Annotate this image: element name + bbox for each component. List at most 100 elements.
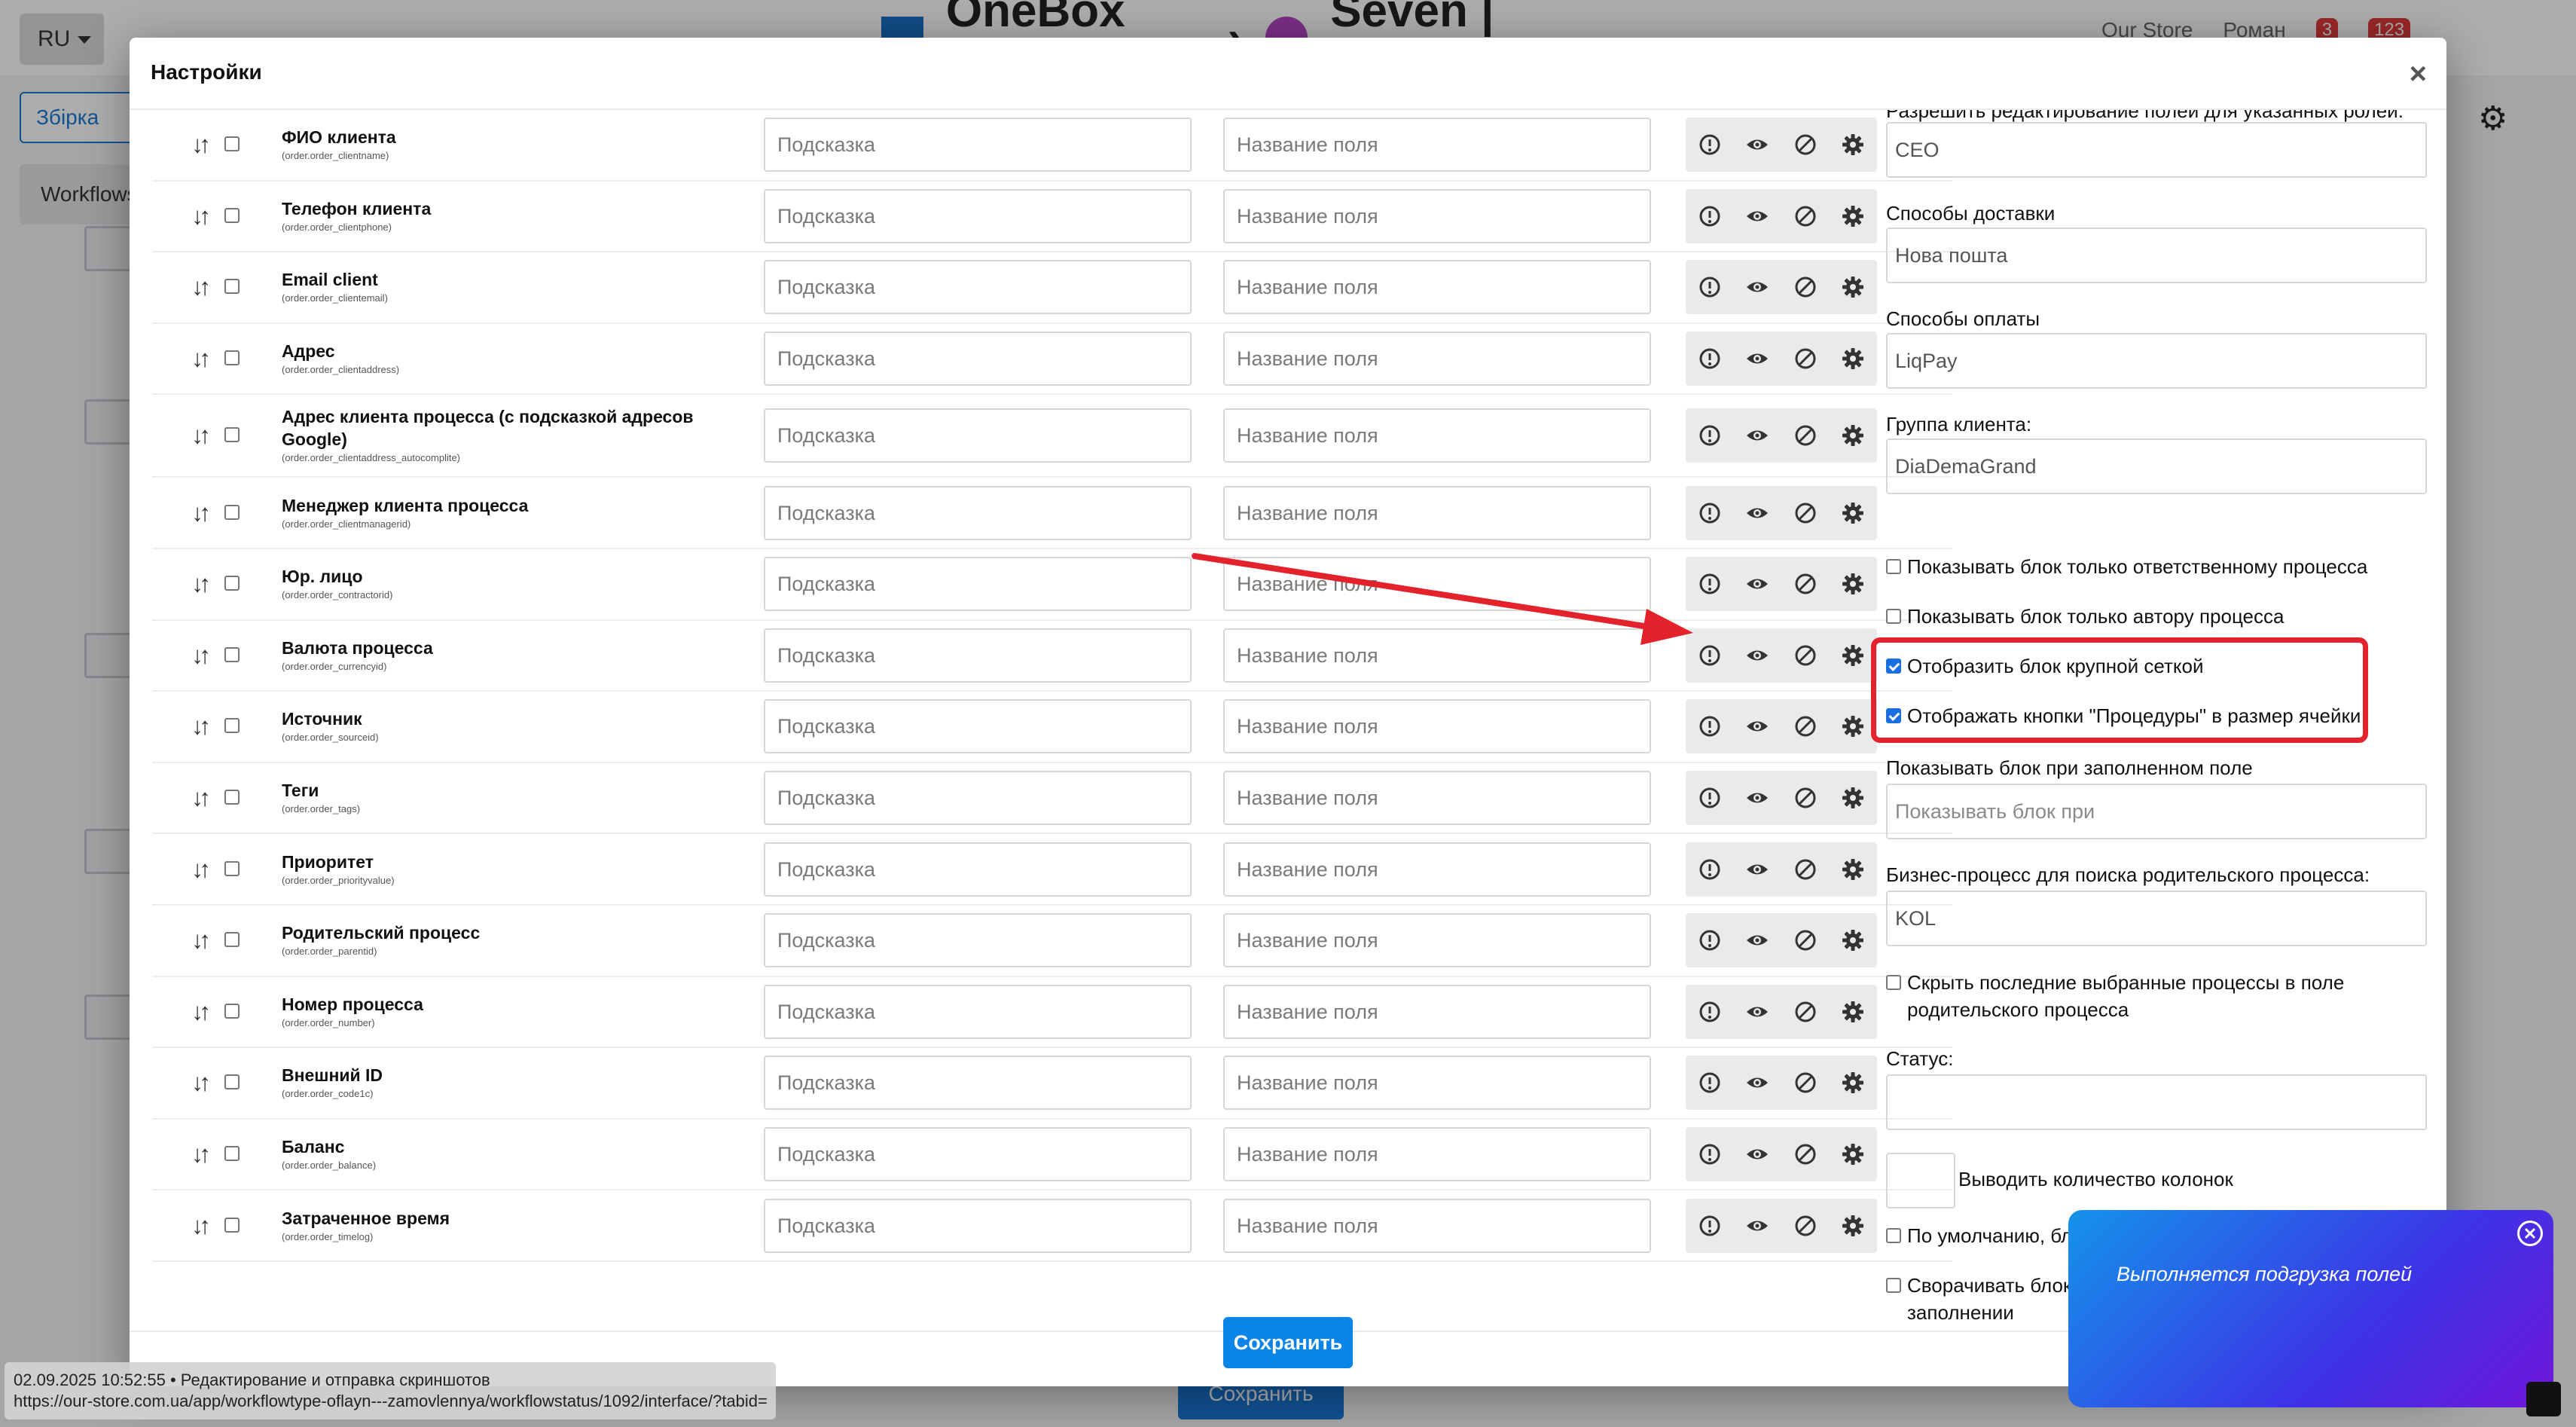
- eye-icon[interactable]: [1744, 1141, 1771, 1168]
- field-name-input[interactable]: Название поля: [1223, 188, 1651, 243]
- row-checkbox[interactable]: [224, 1146, 240, 1162]
- eye-icon[interactable]: [1744, 203, 1771, 230]
- ban-icon[interactable]: [1792, 1069, 1819, 1096]
- gear-icon[interactable]: [1839, 1141, 1866, 1168]
- ban-icon[interactable]: [1792, 131, 1819, 158]
- checkbox[interactable]: [1886, 1278, 1901, 1293]
- ban-icon[interactable]: [1792, 784, 1819, 811]
- field-name-input[interactable]: Название поля: [1223, 771, 1651, 826]
- gear-icon[interactable]: [1839, 570, 1866, 597]
- eye-icon[interactable]: [1744, 1212, 1771, 1239]
- field-name-input[interactable]: Название поля: [1223, 118, 1651, 173]
- ban-icon[interactable]: [1792, 273, 1819, 301]
- check-hide-last-processes[interactable]: Скрыть последние выбранные процессы в по…: [1886, 969, 2413, 1023]
- eye-icon[interactable]: [1744, 998, 1771, 1025]
- gear-icon[interactable]: [1839, 500, 1866, 527]
- ban-icon[interactable]: [1792, 345, 1819, 372]
- sort-arrows-icon[interactable]: ↓↑: [191, 641, 211, 669]
- gear-icon[interactable]: [1839, 713, 1866, 740]
- sort-arrows-icon[interactable]: ↓↑: [191, 713, 211, 741]
- row-checkbox[interactable]: [224, 504, 240, 520]
- field-name-input[interactable]: Название поля: [1223, 984, 1651, 1039]
- eye-icon[interactable]: [1744, 273, 1771, 301]
- delivery-input[interactable]: Нова пошта: [1886, 228, 2427, 283]
- gear-icon[interactable]: [1839, 345, 1866, 372]
- row-checkbox[interactable]: [224, 279, 240, 295]
- row-checkbox[interactable]: [224, 932, 240, 948]
- sort-arrows-icon[interactable]: ↓↑: [191, 131, 211, 159]
- checkbox[interactable]: [1886, 975, 1901, 990]
- info-circle-icon[interactable]: [1696, 784, 1723, 811]
- eye-icon[interactable]: [1744, 1069, 1771, 1096]
- info-circle-icon[interactable]: [1696, 998, 1723, 1025]
- field-name-input[interactable]: Название поля: [1223, 1198, 1651, 1253]
- info-circle-icon[interactable]: [1696, 713, 1723, 740]
- info-circle-icon[interactable]: [1696, 570, 1723, 597]
- hint-input[interactable]: Подсказка: [764, 1127, 1192, 1182]
- field-name-input[interactable]: Название поля: [1223, 1127, 1651, 1182]
- gear-icon[interactable]: [1839, 422, 1866, 449]
- gear-icon[interactable]: [1839, 1069, 1866, 1096]
- row-checkbox[interactable]: [224, 718, 240, 734]
- close-icon[interactable]: ×: [2410, 53, 2427, 95]
- info-circle-icon[interactable]: [1696, 856, 1723, 883]
- row-checkbox[interactable]: [224, 1074, 240, 1090]
- row-checkbox[interactable]: [224, 646, 240, 662]
- edit-roles-input[interactable]: CEO: [1886, 122, 2427, 178]
- hint-input[interactable]: Подсказка: [764, 260, 1192, 315]
- modal-body[interactable]: ↓↑ ФИО клиента (order.order_clientname) Под…: [130, 110, 2446, 1331]
- row-checkbox[interactable]: [224, 350, 240, 366]
- hint-input[interactable]: Подсказка: [764, 842, 1192, 897]
- info-circle-icon[interactable]: [1696, 1141, 1723, 1168]
- sort-arrows-icon[interactable]: ↓↑: [191, 927, 211, 955]
- info-circle-icon[interactable]: [1696, 1212, 1723, 1239]
- ban-icon[interactable]: [1792, 642, 1819, 669]
- sort-arrows-icon[interactable]: ↓↑: [191, 273, 211, 301]
- hint-input[interactable]: Подсказка: [764, 485, 1192, 540]
- status-input[interactable]: [1886, 1074, 2427, 1130]
- hint-input[interactable]: Подсказка: [764, 1056, 1192, 1111]
- info-circle-icon[interactable]: [1696, 927, 1723, 954]
- ban-icon[interactable]: [1792, 1212, 1819, 1239]
- gear-icon[interactable]: [1839, 998, 1866, 1025]
- info-circle-icon[interactable]: [1696, 345, 1723, 372]
- sort-arrows-icon[interactable]: ↓↑: [191, 570, 211, 598]
- row-checkbox[interactable]: [224, 136, 240, 152]
- row-checkbox[interactable]: [224, 790, 240, 805]
- gear-icon[interactable]: [1839, 203, 1866, 230]
- check-responsible-only[interactable]: Показывать блок только ответственному пр…: [1886, 553, 2413, 580]
- ban-icon[interactable]: [1792, 998, 1819, 1025]
- sort-arrows-icon[interactable]: ↓↑: [191, 855, 211, 883]
- field-name-input[interactable]: Название поля: [1223, 557, 1651, 612]
- field-name-input[interactable]: Название поля: [1223, 408, 1651, 463]
- toast-close-icon[interactable]: [2517, 1221, 2543, 1246]
- ban-icon[interactable]: [1792, 203, 1819, 230]
- checkbox[interactable]: [1886, 1228, 1901, 1243]
- ban-icon[interactable]: [1792, 422, 1819, 449]
- parent-bp-input[interactable]: KOL: [1886, 891, 2427, 946]
- hint-input[interactable]: Подсказка: [764, 984, 1192, 1039]
- eye-icon[interactable]: [1744, 927, 1771, 954]
- row-checkbox[interactable]: [224, 576, 240, 591]
- check-author-only[interactable]: Показывать блок только автору процесса: [1886, 603, 2413, 630]
- save-button[interactable]: Сохранить: [1223, 1317, 1353, 1368]
- field-name-input[interactable]: Название поля: [1223, 842, 1651, 897]
- hint-input[interactable]: Подсказка: [764, 408, 1192, 463]
- ban-icon[interactable]: [1792, 1141, 1819, 1168]
- row-checkbox[interactable]: [224, 860, 240, 876]
- hint-input[interactable]: Подсказка: [764, 699, 1192, 754]
- field-name-input[interactable]: Название поля: [1223, 485, 1651, 540]
- ban-icon[interactable]: [1792, 927, 1819, 954]
- eye-icon[interactable]: [1744, 345, 1771, 372]
- sort-arrows-icon[interactable]: ↓↑: [191, 499, 211, 527]
- hint-input[interactable]: Подсказка: [764, 118, 1192, 173]
- field-name-input[interactable]: Название поля: [1223, 1056, 1651, 1111]
- field-name-input[interactable]: Название поля: [1223, 913, 1651, 968]
- row-checkbox[interactable]: [224, 427, 240, 443]
- sort-arrows-icon[interactable]: ↓↑: [191, 202, 211, 230]
- info-circle-icon[interactable]: [1696, 273, 1723, 301]
- info-circle-icon[interactable]: [1696, 1069, 1723, 1096]
- gear-icon[interactable]: [1839, 856, 1866, 883]
- payment-input[interactable]: LiqPay: [1886, 333, 2427, 389]
- checkbox[interactable]: [1886, 609, 1901, 624]
